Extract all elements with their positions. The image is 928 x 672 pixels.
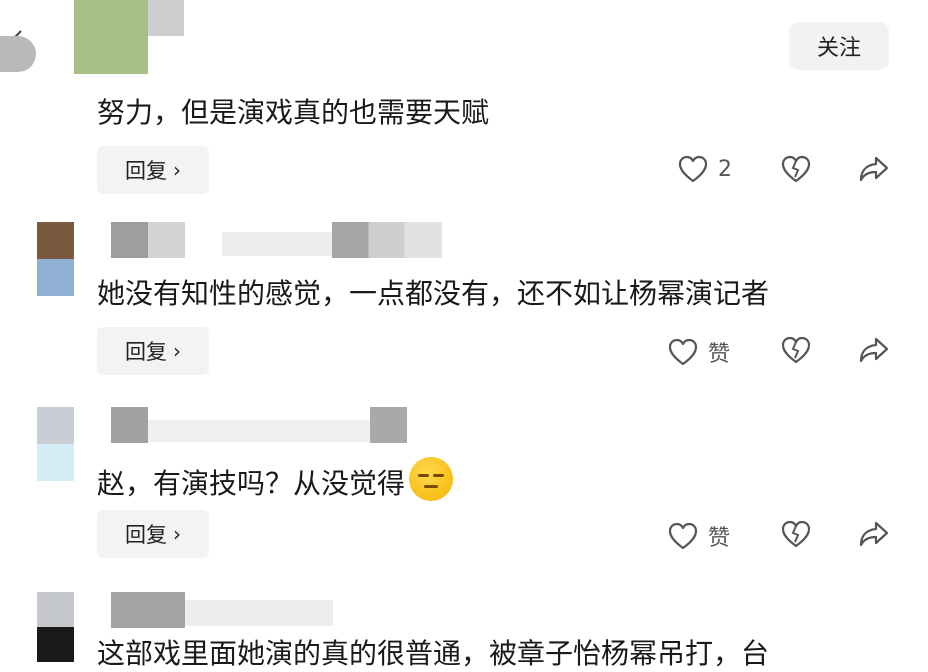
reply-label: 回复: [125, 159, 167, 183]
blurred-username: [111, 222, 185, 258]
comment-text: 她没有知性的感觉，一点都没有，还不如让杨幂演记者: [97, 277, 770, 310]
blurred-meta: [332, 222, 442, 258]
blurred-avatar: [0, 36, 36, 72]
chevron-right-icon: ›: [173, 339, 181, 363]
broken-heart-icon: [781, 520, 811, 548]
broken-heart-icon: [781, 336, 811, 364]
comment-text: 努力，但是演戏真的也需要天赋: [97, 96, 490, 129]
blurred-meta: [148, 420, 370, 442]
reply-label: 回复: [125, 523, 167, 547]
follow-button[interactable]: 关注: [789, 22, 889, 70]
reply-label: 回复: [125, 340, 167, 364]
avatar[interactable]: [37, 222, 74, 296]
avatar[interactable]: [37, 592, 74, 662]
avatar[interactable]: [37, 407, 74, 481]
share-arrow-icon: [858, 336, 890, 364]
reply-button[interactable]: 回复 ›: [97, 327, 209, 375]
share-button[interactable]: [858, 520, 890, 548]
comment-text: 赵，有演技吗？从没觉得: [97, 457, 454, 502]
avatar[interactable]: [74, 0, 148, 74]
chevron-right-icon: ›: [173, 158, 181, 182]
share-arrow-icon: [858, 520, 890, 548]
broken-heart-icon: [781, 155, 811, 183]
blurred-username: [111, 592, 185, 628]
reply-button[interactable]: 回复 ›: [97, 146, 209, 194]
chevron-right-icon: ›: [173, 522, 181, 546]
comment-text: 这部戏里面她演的真的很普通，被章子怡杨幂吊打，台: [97, 637, 770, 670]
like-label: 赞: [708, 526, 731, 551]
blurred-meta: [185, 600, 333, 626]
blurred-username: [111, 407, 148, 443]
share-button[interactable]: [858, 336, 890, 364]
reply-button[interactable]: 回复 ›: [97, 510, 209, 558]
like-button[interactable]: 赞: [668, 336, 730, 368]
blurred-meta: [222, 232, 332, 256]
dislike-button[interactable]: [781, 336, 811, 364]
like-label: 赞: [708, 342, 731, 367]
like-count: 2: [718, 156, 732, 182]
smirk-emoji: [409, 457, 454, 501]
heart-icon: [678, 155, 708, 183]
dislike-button[interactable]: [781, 155, 811, 183]
share-button[interactable]: [858, 155, 890, 183]
blurred-meta: [370, 407, 407, 443]
like-button[interactable]: 赞: [668, 520, 730, 552]
heart-icon: [668, 338, 698, 366]
dislike-button[interactable]: [781, 520, 811, 548]
blurred-username: [148, 0, 184, 36]
heart-icon: [668, 522, 698, 550]
comment-text-body: 赵，有演技吗？从没觉得: [97, 467, 406, 500]
like-button[interactable]: 2: [678, 155, 732, 183]
share-arrow-icon: [858, 155, 890, 183]
